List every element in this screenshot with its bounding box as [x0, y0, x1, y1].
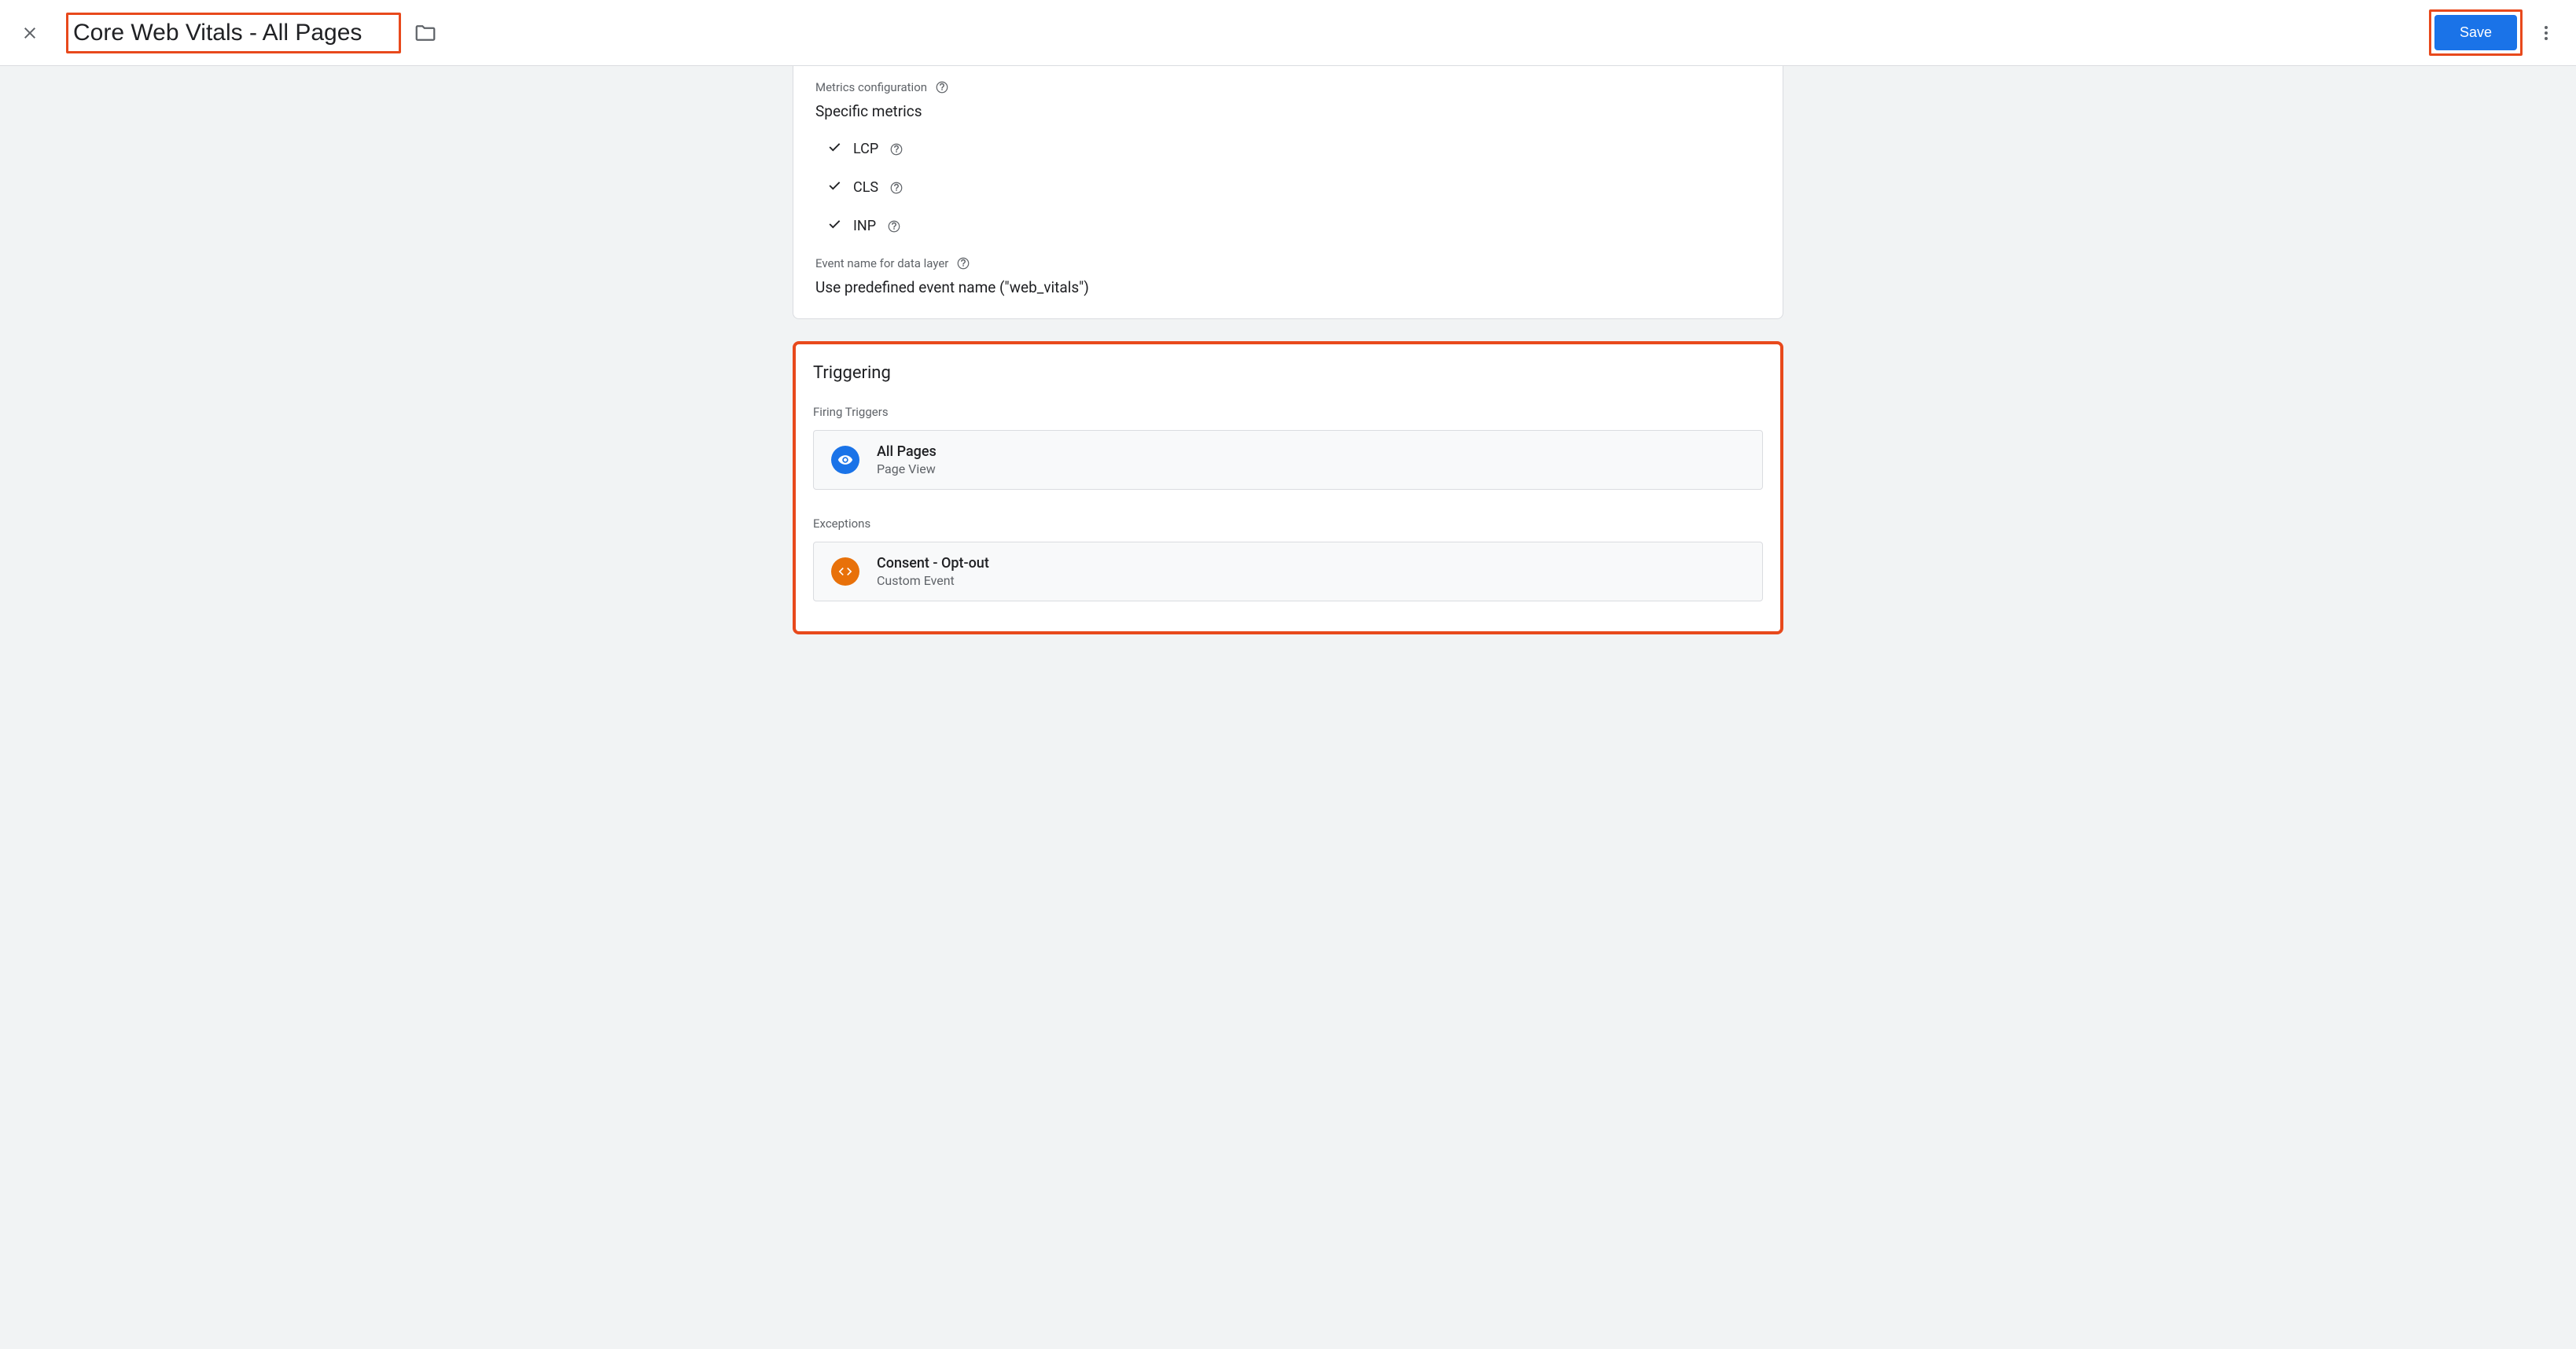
more-options-icon[interactable]: [2535, 22, 2557, 44]
metric-item: CLS: [826, 168, 1761, 207]
triggering-heading: Triggering: [813, 363, 1763, 383]
metric-name: INP: [853, 218, 876, 234]
metric-name: LCP: [853, 141, 878, 157]
metric-item: LCP: [826, 130, 1761, 168]
event-name-label: Event name for data layer: [815, 256, 1761, 270]
check-icon: [826, 139, 842, 159]
metrics-list: LCP CLS INP: [815, 130, 1761, 245]
folder-icon[interactable]: [414, 21, 437, 45]
tag-name-highlight: [66, 13, 401, 53]
firing-trigger-row[interactable]: All Pages Page View: [813, 430, 1763, 490]
help-icon[interactable]: [887, 219, 901, 233]
exception-trigger-row[interactable]: Consent - Opt-out Custom Event: [813, 542, 1763, 601]
check-icon: [826, 178, 842, 197]
event-name-value: Use predefined event name ("web_vitals"): [815, 278, 1761, 296]
metric-name: CLS: [853, 179, 878, 196]
tag-configuration-card: Metrics configuration Specific metrics L…: [793, 66, 1783, 319]
help-icon[interactable]: [956, 256, 970, 270]
save-button[interactable]: Save: [2434, 15, 2517, 50]
help-icon[interactable]: [889, 142, 903, 156]
help-icon[interactable]: [935, 80, 949, 94]
triggering-card: Triggering Firing Triggers All Pages Pag…: [793, 341, 1783, 634]
metrics-config-label-text: Metrics configuration: [815, 80, 927, 94]
trigger-name: Consent - Opt-out: [877, 555, 989, 572]
metrics-config-label: Metrics configuration: [815, 80, 1761, 94]
page-view-icon: [831, 446, 859, 474]
trigger-type: Page View: [877, 461, 937, 476]
save-button-highlight: Save: [2429, 9, 2523, 56]
metric-item: INP: [826, 207, 1761, 245]
firing-triggers-label: Firing Triggers: [813, 405, 1763, 419]
event-name-label-text: Event name for data layer: [815, 256, 948, 270]
content-area: Metrics configuration Specific metrics L…: [793, 66, 1783, 634]
trigger-type: Custom Event: [877, 573, 989, 588]
close-icon[interactable]: [19, 22, 41, 44]
header-bar: Save: [0, 0, 2576, 66]
custom-event-icon: [831, 557, 859, 586]
check-icon: [826, 216, 842, 236]
help-icon[interactable]: [889, 181, 903, 195]
trigger-name: All Pages: [877, 443, 937, 460]
event-name-section: Event name for data layer Use predefined…: [815, 256, 1761, 296]
tag-name-input[interactable]: [68, 17, 399, 50]
metrics-config-value: Specific metrics: [815, 102, 1761, 120]
exceptions-label: Exceptions: [813, 516, 1763, 531]
